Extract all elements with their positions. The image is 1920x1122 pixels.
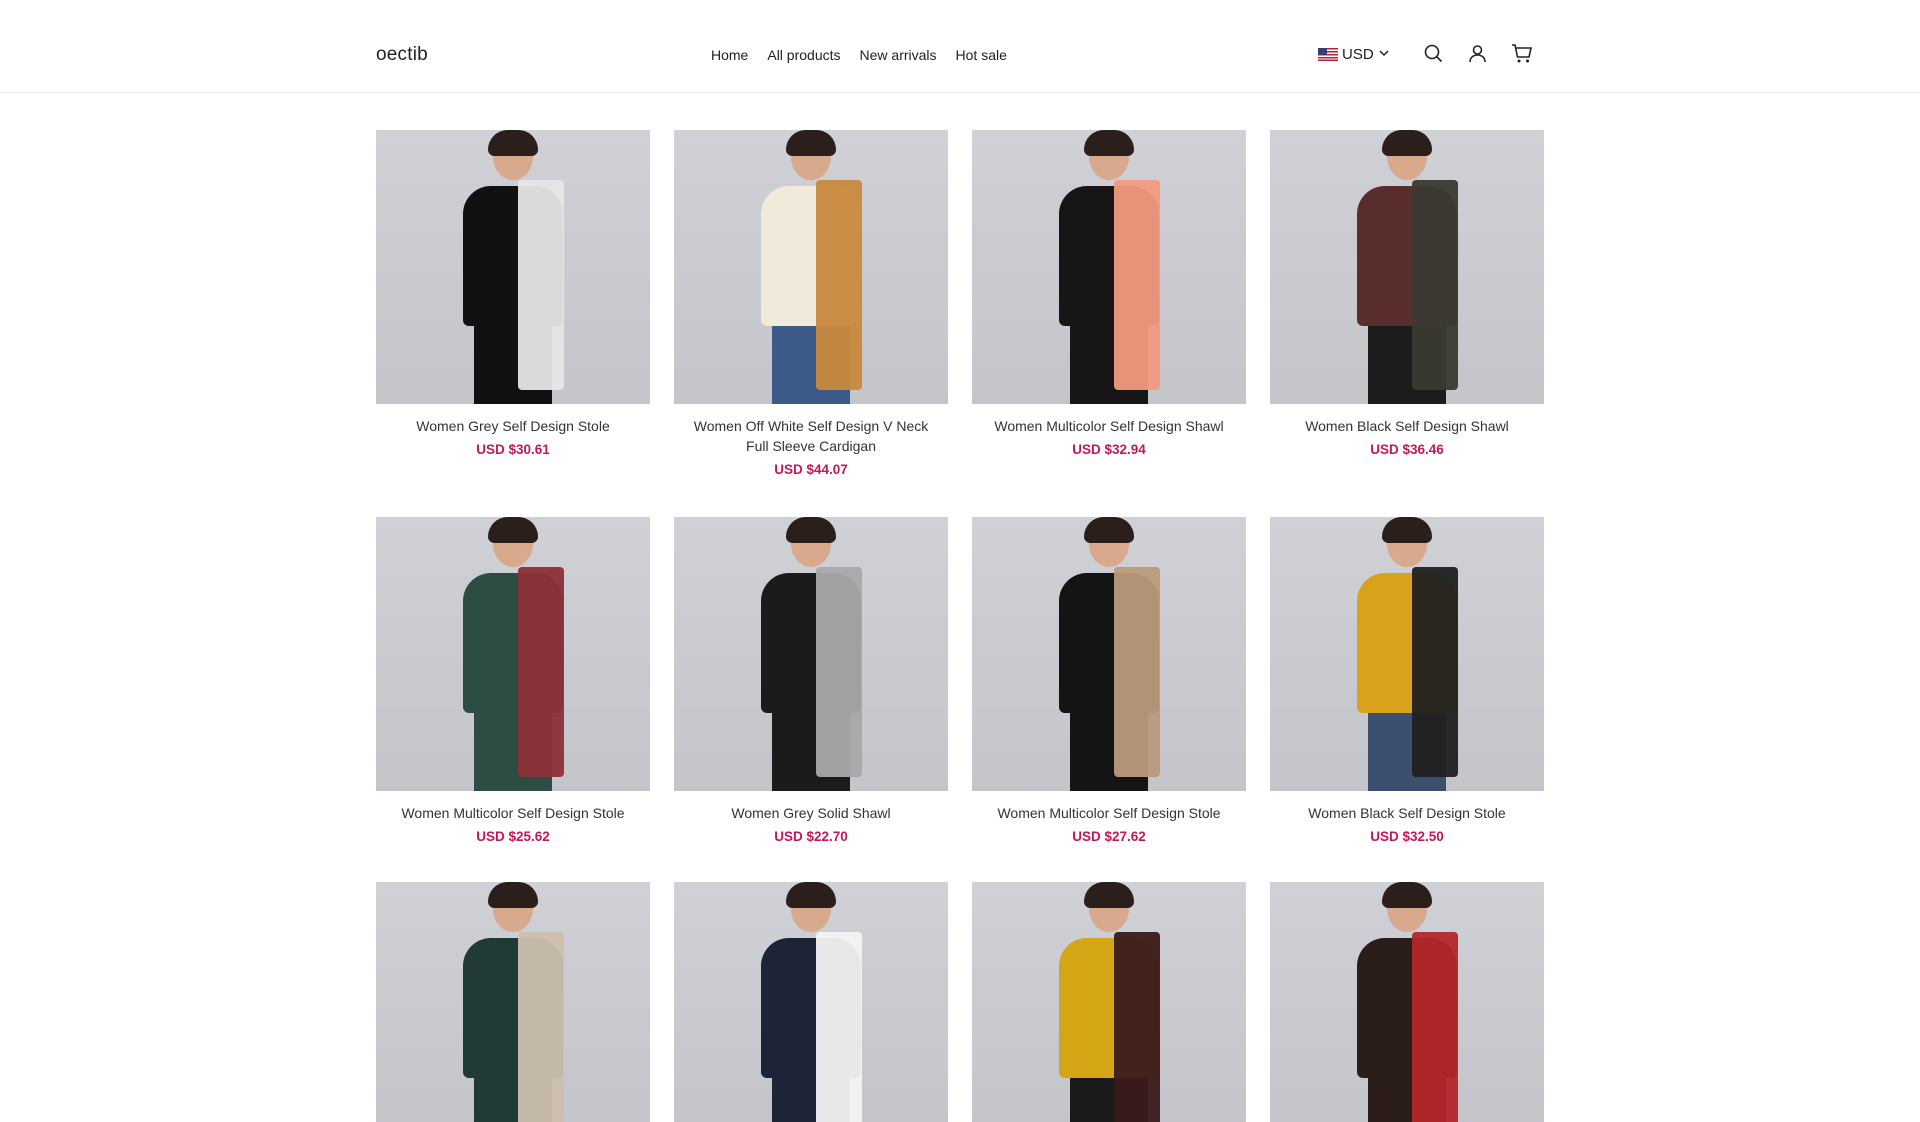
product-image[interactable] <box>972 882 1246 1122</box>
product-card[interactable] <box>972 882 1246 1122</box>
currency-label: USD <box>1342 46 1374 63</box>
product-card[interactable] <box>674 882 948 1122</box>
nav-hot-sale[interactable]: Hot sale <box>956 47 1007 63</box>
product-title[interactable]: Women Off White Self Design V Neck Full … <box>682 416 940 456</box>
main-nav: Home All products New arrivals Hot sale <box>711 47 1007 63</box>
product-card[interactable] <box>376 882 650 1122</box>
product-card[interactable]: Women Grey Self Design Stole USD $30.61 <box>376 130 650 517</box>
nav-home[interactable]: Home <box>711 47 748 63</box>
product-price: USD $44.07 <box>774 462 848 477</box>
product-title[interactable]: Women Black Self Design Stole <box>1278 803 1536 823</box>
product-title[interactable]: Women Multicolor Self Design Stole <box>980 803 1238 823</box>
product-title[interactable]: Women Multicolor Self Design Shawl <box>980 416 1238 436</box>
product-price: USD $30.61 <box>476 442 550 457</box>
product-card[interactable]: Women Multicolor Self Design Stole USD $… <box>972 517 1246 882</box>
product-image[interactable] <box>674 517 948 791</box>
product-price: USD $27.62 <box>1072 829 1146 844</box>
product-image[interactable] <box>674 882 948 1122</box>
search-icon[interactable] <box>1423 43 1444 69</box>
product-title[interactable]: Women Black Self Design Shawl <box>1278 416 1536 436</box>
account-icon[interactable] <box>1467 43 1488 69</box>
currency-selector[interactable]: USD <box>1318 46 1390 63</box>
product-image[interactable] <box>376 882 650 1122</box>
product-card[interactable]: Women Off White Self Design V Neck Full … <box>674 130 948 517</box>
product-title[interactable]: Women Grey Solid Shawl <box>682 803 940 823</box>
product-image[interactable] <box>1270 130 1544 404</box>
product-image[interactable] <box>376 130 650 404</box>
product-image[interactable] <box>972 130 1246 404</box>
nav-new-arrivals[interactable]: New arrivals <box>860 47 937 63</box>
store-logo[interactable]: oectib <box>376 44 428 66</box>
product-card[interactable]: Women Grey Solid Shawl USD $22.70 <box>674 517 948 882</box>
product-title[interactable]: Women Grey Self Design Stole <box>384 416 642 436</box>
product-card[interactable] <box>1270 882 1544 1122</box>
product-price: USD $32.50 <box>1370 829 1444 844</box>
product-image[interactable] <box>674 130 948 404</box>
product-price: USD $32.94 <box>1072 442 1146 457</box>
product-image[interactable] <box>1270 882 1544 1122</box>
nav-all-products[interactable]: All products <box>767 47 840 63</box>
product-card[interactable]: Women Black Self Design Stole USD $32.50 <box>1270 517 1544 882</box>
product-image[interactable] <box>376 517 650 791</box>
product-card[interactable]: Women Black Self Design Shawl USD $36.46 <box>1270 130 1544 517</box>
cart-icon[interactable] <box>1511 43 1533 69</box>
product-price: USD $22.70 <box>774 829 848 844</box>
product-price: USD $36.46 <box>1370 442 1444 457</box>
product-card[interactable]: Women Multicolor Self Design Shawl USD $… <box>972 130 1246 517</box>
chevron-down-icon <box>1378 46 1390 63</box>
product-image[interactable] <box>1270 517 1544 791</box>
us-flag-icon <box>1318 48 1338 61</box>
product-grid: Women Grey Self Design Stole USD $30.61 … <box>376 130 1544 1122</box>
product-card[interactable]: Women Multicolor Self Design Stole USD $… <box>376 517 650 882</box>
product-title[interactable]: Women Multicolor Self Design Stole <box>384 803 642 823</box>
site-header: oectib Home All products New arrivals Ho… <box>0 0 1920 93</box>
product-price: USD $25.62 <box>476 829 550 844</box>
product-image[interactable] <box>972 517 1246 791</box>
